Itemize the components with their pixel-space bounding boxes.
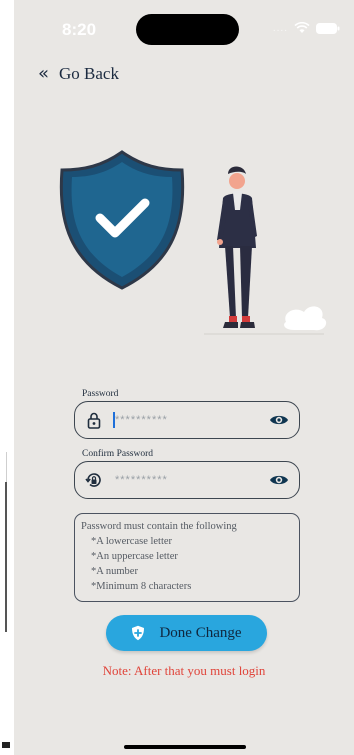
left-edge-strip <box>0 0 14 755</box>
go-back-button[interactable]: « Go Back <box>38 64 119 84</box>
cloud-decoration <box>284 306 327 331</box>
shield-check-icon <box>59 150 185 290</box>
edge-bottom-mark <box>2 742 10 748</box>
security-illustration <box>59 150 327 335</box>
dynamic-island <box>136 14 239 45</box>
home-indicator[interactable] <box>124 745 246 749</box>
done-change-button[interactable]: Done Change <box>106 615 267 651</box>
person-figure <box>217 166 257 328</box>
eye-icon[interactable] <box>269 473 289 487</box>
rule-item: *A number <box>91 566 138 577</box>
rule-item: *An uppercase letter <box>91 551 178 562</box>
double-chevron-left-icon: « <box>38 63 50 84</box>
field-border-segment <box>133 401 285 403</box>
password-rules-box: Password must contain the following *A l… <box>74 513 300 602</box>
battery-icon <box>316 22 340 34</box>
done-change-label: Done Change <box>159 624 242 641</box>
login-note: Note: After that you must login <box>102 663 266 678</box>
rule-item: *A lowercase letter <box>91 536 173 547</box>
status-time: 8:20 <box>62 20 97 39</box>
field-border-segment <box>181 461 285 463</box>
signal-icon: .... <box>272 22 288 34</box>
password-label: Password <box>80 389 121 399</box>
lock-reset-icon <box>85 473 101 487</box>
rule-item: *Minimum 8 characters <box>91 581 192 592</box>
password-field[interactable]: Password <box>74 389 300 439</box>
confirm-password-label: Confirm Password <box>80 449 155 459</box>
eye-icon[interactable] <box>269 413 289 427</box>
lock-icon <box>87 412 101 429</box>
confirm-password-input[interactable] <box>115 470 255 490</box>
password-input[interactable] <box>115 410 255 430</box>
edge-dark-block <box>5 482 7 632</box>
wifi-icon <box>294 22 310 34</box>
confirm-password-field[interactable]: Confirm Password <box>74 449 300 499</box>
phone-screen: 8:20 .... « Go Back Password Confirm Pas… <box>14 0 354 755</box>
shield-plus-icon <box>132 625 145 641</box>
rules-title: Password must contain the following <box>81 521 237 532</box>
status-icons: .... <box>273 22 340 34</box>
go-back-label: Go Back <box>59 64 119 83</box>
